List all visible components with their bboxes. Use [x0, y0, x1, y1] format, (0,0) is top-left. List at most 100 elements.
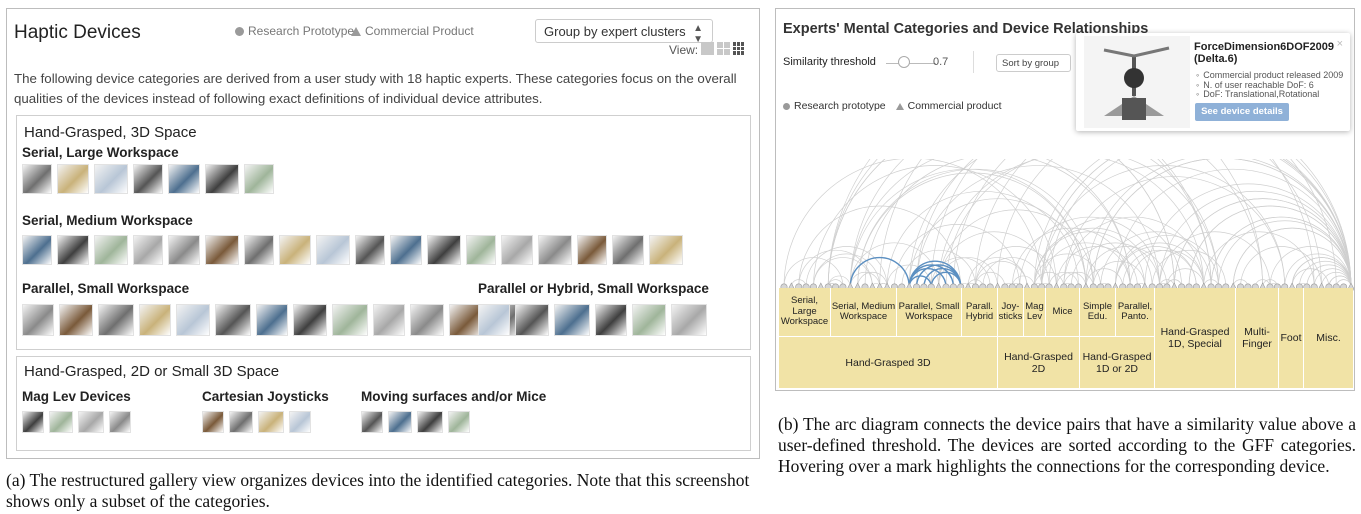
- category-cell: Simple Edu.: [1080, 288, 1116, 337]
- device-thumbnail[interactable]: [94, 235, 128, 265]
- device-thumbnail[interactable]: [515, 304, 549, 336]
- device-thumbnail[interactable]: [390, 235, 422, 265]
- subgroup-title: Serial, Medium Workspace: [22, 213, 193, 228]
- circle-icon: [783, 102, 790, 110]
- view-large-icon[interactable]: [701, 42, 714, 55]
- category-cell: Parall. Hybrid: [962, 288, 998, 337]
- device-thumbnail[interactable]: [466, 235, 496, 265]
- device-thumbnail[interactable]: [448, 411, 470, 433]
- device-thumbnail[interactable]: [244, 164, 274, 194]
- device-thumbnail[interactable]: [94, 164, 128, 194]
- similarity-arc: [916, 159, 1263, 288]
- legend-commercial-product: Commercial Product: [351, 24, 474, 38]
- device-thumbnail[interactable]: [478, 304, 510, 336]
- device-thumbnail[interactable]: [256, 304, 288, 336]
- device-thumbnail[interactable]: [22, 235, 52, 265]
- device-thumbnail[interactable]: [501, 235, 533, 265]
- device-thumbnail[interactable]: [133, 164, 163, 194]
- device-thumbnail[interactable]: [22, 304, 54, 336]
- device-thumbnail[interactable]: [57, 164, 89, 194]
- close-icon[interactable]: ×: [1337, 38, 1343, 50]
- figure-caption-a: (a) The restructured gallery view organi…: [6, 470, 750, 511]
- device-thumbnail[interactable]: [258, 411, 284, 433]
- category-cell: Serial, Medium Workspace: [831, 288, 897, 337]
- device-thumbnail[interactable]: [205, 164, 239, 194]
- device-thumbnail[interactable]: [373, 304, 405, 336]
- device-thumbnail[interactable]: [538, 235, 572, 265]
- device-thumbnail[interactable]: [49, 411, 73, 433]
- device-thumbnail[interactable]: [176, 304, 210, 336]
- thumbnail-row: [22, 235, 683, 265]
- view-medium-icon[interactable]: [717, 42, 730, 55]
- device-thumbnail[interactable]: [577, 235, 607, 265]
- view-label: View:: [669, 43, 699, 57]
- legend-commercial-label: Commercial product: [907, 100, 1002, 112]
- device-thumbnail[interactable]: [229, 411, 253, 433]
- category-title: Hand-Grasped, 3D Space: [24, 124, 197, 141]
- device-thumbnail[interactable]: [417, 411, 443, 433]
- device-thumbnail[interactable]: [244, 235, 274, 265]
- view-small-icon[interactable]: [733, 42, 746, 55]
- thumbnail-row: [22, 164, 274, 194]
- device-thumbnail[interactable]: [22, 411, 44, 433]
- category-cell: Foot: [1279, 288, 1304, 388]
- device-thumbnail[interactable]: [427, 235, 461, 265]
- legend-research-prototype: Research Prototype: [235, 24, 354, 38]
- device-thumbnail[interactable]: [205, 235, 239, 265]
- see-device-details-button[interactable]: See device details: [1195, 103, 1289, 121]
- device-thumbnail[interactable]: [316, 235, 350, 265]
- thumbnail-row: [361, 411, 470, 433]
- device-thumbnail[interactable]: [202, 411, 224, 433]
- category-cell: Serial, Large Workspace: [779, 288, 831, 337]
- device-thumbnail[interactable]: [98, 304, 134, 336]
- device-thumbnail[interactable]: [57, 235, 89, 265]
- similarity-threshold-label: Similarity threshold: [783, 56, 876, 68]
- similarity-arc: [783, 159, 1043, 288]
- similarity-arc: [1092, 159, 1352, 288]
- device-thumbnail[interactable]: [632, 304, 666, 336]
- sort-select[interactable]: Sort by group: [996, 54, 1071, 72]
- device-thumbnail[interactable]: [293, 304, 327, 336]
- thumbnail-row: [202, 411, 311, 433]
- device-thumbnail[interactable]: [133, 235, 163, 265]
- device-thumbnail[interactable]: [612, 235, 644, 265]
- device-thumbnail[interactable]: [279, 235, 311, 265]
- device-thumbnail[interactable]: [22, 164, 52, 194]
- similarity-arc: [908, 159, 1219, 288]
- subgroup-title: Cartesian Joysticks: [202, 389, 329, 404]
- category-cell: Misc.: [1316, 332, 1341, 344]
- legend-research-label: Research prototype: [794, 100, 886, 112]
- arc-diagram: [783, 159, 1352, 288]
- figure-caption-b: (b) The arc diagram connects the device …: [778, 414, 1356, 476]
- device-thumbnail[interactable]: [215, 304, 251, 336]
- similarity-slider-track[interactable]: [886, 63, 936, 64]
- device-thumbnail[interactable]: [649, 235, 683, 265]
- device-thumbnail[interactable]: [139, 304, 171, 336]
- subgroup-title: Mag Lev Devices: [22, 389, 131, 404]
- device-thumbnail[interactable]: [671, 304, 707, 336]
- device-thumbnail[interactable]: [595, 304, 627, 336]
- device-thumbnail[interactable]: [168, 164, 200, 194]
- arc-legend: Research prototype Commercial product: [783, 100, 1002, 112]
- toolbar-divider: [973, 51, 974, 73]
- device-thumbnail[interactable]: [554, 304, 590, 336]
- device-tooltip: ForceDimension6DOF2009 (Delta.6) × Comme…: [1076, 33, 1350, 131]
- similarity-slider-handle[interactable]: [898, 56, 910, 68]
- device-thumbnail[interactable]: [109, 411, 131, 433]
- tooltip-device-name: ForceDimension6DOF2009 (Delta.6): [1194, 41, 1334, 65]
- group-by-select[interactable]: Group by expert clusters ▲ ▼: [535, 19, 713, 45]
- device-thumbnail[interactable]: [59, 304, 93, 336]
- device-thumbnail[interactable]: [388, 411, 412, 433]
- device-thumbnail[interactable]: [289, 411, 311, 433]
- category-cell: Mag Lev: [1024, 288, 1046, 337]
- device-thumbnail[interactable]: [355, 235, 385, 265]
- device-thumbnail[interactable]: [332, 304, 368, 336]
- category-cell: Parallel, Panto.: [1116, 288, 1155, 337]
- device-thumbnail[interactable]: [168, 235, 200, 265]
- category-cell: Hand-Grasped 1D, Special: [1155, 288, 1236, 388]
- category-hand-grasped-2d: Hand-Grasped, 2D or Small 3D Space Mag L…: [16, 356, 751, 451]
- device-thumbnail[interactable]: [410, 304, 444, 336]
- device-thumbnail[interactable]: [361, 411, 383, 433]
- device-thumbnail[interactable]: [78, 411, 104, 433]
- similarity-arc: [827, 159, 1263, 288]
